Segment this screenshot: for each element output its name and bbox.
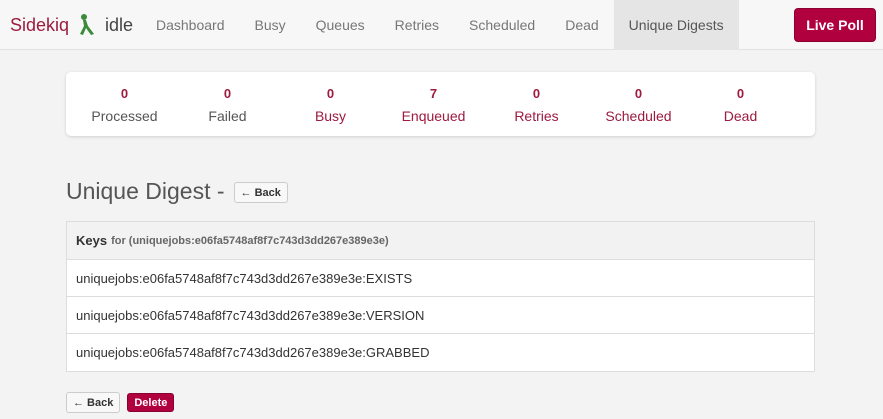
nav-label: Scheduled: [469, 17, 536, 33]
stat-busy[interactable]: 0 Busy: [279, 86, 382, 124]
table-header: Keys for (uniquejobs:e06fa5748af8f7c743d…: [67, 222, 814, 260]
live-poll-button[interactable]: Live Poll: [794, 8, 876, 42]
nav-label: Busy: [254, 17, 286, 33]
keys-header: Keys: [76, 233, 108, 248]
table-row: uniquejobs:e06fa5748af8f7c743d3dd267e389…: [67, 334, 814, 371]
back-button-top[interactable]: ← Back: [233, 182, 288, 203]
main-nav: Dashboard Busy Queues Retries Scheduled …: [141, 0, 739, 50]
stat-enqueued[interactable]: 7 Enqueued: [382, 86, 485, 124]
stat-label: Retries: [514, 108, 559, 124]
stat-failed[interactable]: 0 Failed: [176, 86, 279, 124]
stat-count: 0: [326, 86, 335, 101]
action-bar: ← Back Delete: [66, 392, 175, 413]
back-button-bottom[interactable]: ← Back: [66, 392, 121, 413]
page-title: Unique Digest -: [66, 177, 225, 204]
key-value: uniquejobs:e06fa5748af8f7c743d3dd267e389…: [76, 270, 413, 286]
nav-label: Retries: [394, 17, 440, 33]
key-value: uniquejobs:e06fa5748af8f7c743d3dd267e389…: [76, 345, 430, 360]
stat-count: 7: [429, 86, 438, 101]
stat-processed[interactable]: 0 Processed: [73, 86, 176, 124]
nav-dashboard[interactable]: Dashboard: [141, 0, 240, 50]
nav-scheduled[interactable]: Scheduled: [454, 0, 550, 50]
status-text: idle: [105, 14, 134, 35]
nav-label: Unique Digests: [628, 17, 724, 33]
table-row: uniquejobs:e06fa5748af8f7c743d3dd267e389…: [67, 260, 814, 297]
stat-scheduled[interactable]: 0 Scheduled: [587, 86, 690, 124]
sidekiq-figure-icon: [80, 14, 95, 35]
stat-count: 0: [223, 86, 232, 101]
keys-table: Keys for (uniquejobs:e06fa5748af8f7c743d…: [66, 221, 815, 372]
stat-label: Enqueued: [401, 108, 466, 124]
stat-count: 0: [120, 86, 129, 101]
stat-label: Failed: [208, 108, 247, 124]
nav-label: Dashboard: [156, 17, 225, 33]
key-value: uniquejobs:e06fa5748af8f7c743d3dd267e389…: [76, 307, 425, 323]
brand[interactable]: Sidekiq idle: [10, 0, 133, 50]
stat-count: 0: [736, 86, 745, 101]
nav-label: Queues: [315, 17, 365, 33]
nav-unique-digests[interactable]: Unique Digests: [613, 0, 739, 50]
nav-label: Dead: [565, 17, 599, 33]
stat-label: Processed: [91, 108, 158, 124]
nav-dead[interactable]: Dead: [550, 0, 613, 50]
stat-retries[interactable]: 0 Retries: [485, 86, 588, 124]
stat-count: 0: [532, 86, 541, 101]
stat-label: Busy: [314, 108, 347, 124]
stat-dead[interactable]: 0 Dead: [689, 86, 792, 124]
nav-queues[interactable]: Queues: [301, 0, 380, 50]
stat-count: 0: [634, 86, 643, 101]
brand-name: Sidekiq: [10, 14, 70, 35]
table-row: uniquejobs:e06fa5748af8f7c743d3dd267e389…: [67, 297, 814, 334]
delete-button[interactable]: Delete: [127, 393, 175, 412]
digest-header: for (uniquejobs:e06fa5748af8f7c743d3dd26…: [111, 234, 389, 247]
summary-bar: 0 Processed 0 Failed 0 Busy 7 Enqueued 0…: [66, 72, 815, 136]
stat-label: Dead: [723, 108, 758, 124]
page-heading: Unique Digest - ← Back: [66, 176, 288, 206]
nav-retries[interactable]: Retries: [380, 0, 454, 50]
stat-label: Scheduled: [605, 108, 672, 124]
nav-busy[interactable]: Busy: [240, 0, 301, 50]
navbar: Sidekiq idle Dashboard Busy Queues Retri…: [0, 0, 883, 50]
